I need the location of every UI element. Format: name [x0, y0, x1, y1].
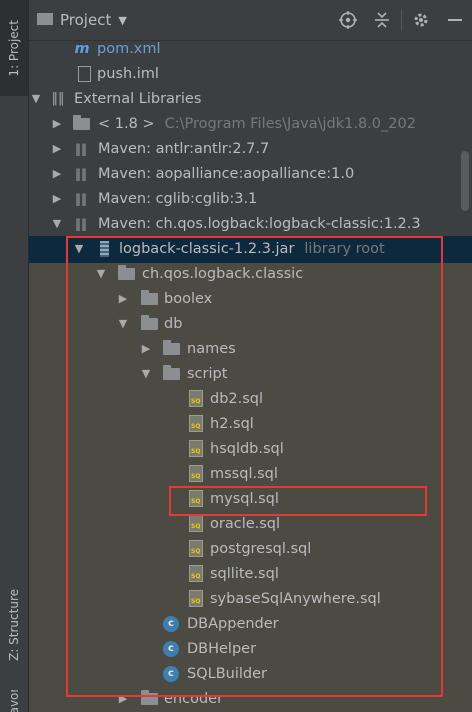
external-libraries-label: External Libraries — [74, 90, 202, 107]
project-panel-header: Project ▼ — [29, 0, 472, 41]
collapse-arrow-icon[interactable]: ▶ — [50, 192, 64, 206]
library-icon: ‖‖ — [75, 216, 87, 231]
library-icon: ‖‖ — [75, 141, 87, 156]
push-iml-label: push.iml — [97, 65, 159, 82]
structure-tab-label: Z: Structure — [7, 589, 21, 661]
tool-window-strip: 1: Project Z: Structure 2: Favorites — [0, 0, 29, 712]
tree-item-jdk[interactable]: ▶ < 1.8 > C:\Program Files\Java\jdk1.8.0_… — [29, 111, 472, 136]
structure-tool-tab[interactable]: Z: Structure — [0, 570, 28, 680]
collapse-arrow-icon[interactable]: ▶ — [50, 142, 64, 156]
annotation-box-library — [66, 236, 443, 697]
annotation-box-mysql — [169, 486, 427, 516]
libraries-icon: ‖‖ — [51, 91, 65, 106]
panel-title[interactable]: Project — [60, 11, 111, 29]
locate-target-icon[interactable] — [331, 0, 365, 40]
favorites-tab-label: 2: Favorites — [7, 690, 21, 712]
iml-file-icon — [75, 65, 93, 83]
project-folder-icon — [37, 13, 53, 25]
collapse-arrow-icon[interactable]: ▶ — [50, 117, 64, 131]
project-tool-tab[interactable]: 1: Project — [0, 0, 28, 96]
cglib-label: Maven: cglib:cglib:3.1 — [98, 190, 258, 207]
header-divider — [401, 9, 402, 31]
tree-item-external-libraries[interactable]: ▼ ‖‖ External Libraries — [29, 86, 472, 111]
library-icon: ‖‖ — [75, 166, 87, 181]
jdk-folder-icon — [72, 114, 90, 133]
maven-icon: m — [74, 40, 90, 57]
tree-item-cglib[interactable]: ▶ ‖‖ Maven: cglib:cglib:3.1 — [29, 186, 472, 211]
project-tab-label: 1: Project — [7, 19, 21, 77]
tree-item-antlr[interactable]: ▶ ‖‖ Maven: antlr:antlr:2.7.7 — [29, 136, 472, 161]
view-dropdown-icon[interactable]: ▼ — [118, 14, 126, 27]
favorites-tool-tab[interactable]: 2: Favorites — [0, 690, 28, 712]
collapse-arrow-icon[interactable]: ▶ — [50, 167, 64, 181]
library-icon: ‖‖ — [75, 191, 87, 206]
jdk-path: C:\Program Files\Java\jdk1.8.0_202 — [164, 115, 416, 132]
tree-item-push-iml[interactable]: push.iml — [29, 61, 472, 86]
expand-arrow-icon[interactable]: ▼ — [29, 92, 43, 106]
tree-item-pom[interactable]: m pom.xml — [29, 36, 472, 61]
pom-label: pom.xml — [97, 40, 161, 57]
collapse-all-icon[interactable] — [365, 0, 399, 40]
gear-icon[interactable] — [404, 0, 438, 40]
jdk-label: < 1.8 > C:\Program Files\Java\jdk1.8.0_20… — [98, 115, 416, 132]
tree-item-aopalliance[interactable]: ▶ ‖‖ Maven: aopalliance:aopalliance:1.0 — [29, 161, 472, 186]
antlr-label: Maven: antlr:antlr:2.7.7 — [98, 140, 270, 157]
tree-item-logback-maven[interactable]: ▼ ‖‖ Maven: ch.qos.logback:logback-class… — [29, 211, 472, 236]
hide-panel-icon[interactable] — [438, 0, 472, 40]
logback-maven-label: Maven: ch.qos.logback:logback-classic:1.… — [98, 215, 421, 232]
vertical-scrollbar[interactable] — [461, 151, 469, 211]
expand-arrow-icon[interactable]: ▼ — [50, 217, 64, 231]
aopalliance-label: Maven: aopalliance:aopalliance:1.0 — [98, 165, 355, 182]
